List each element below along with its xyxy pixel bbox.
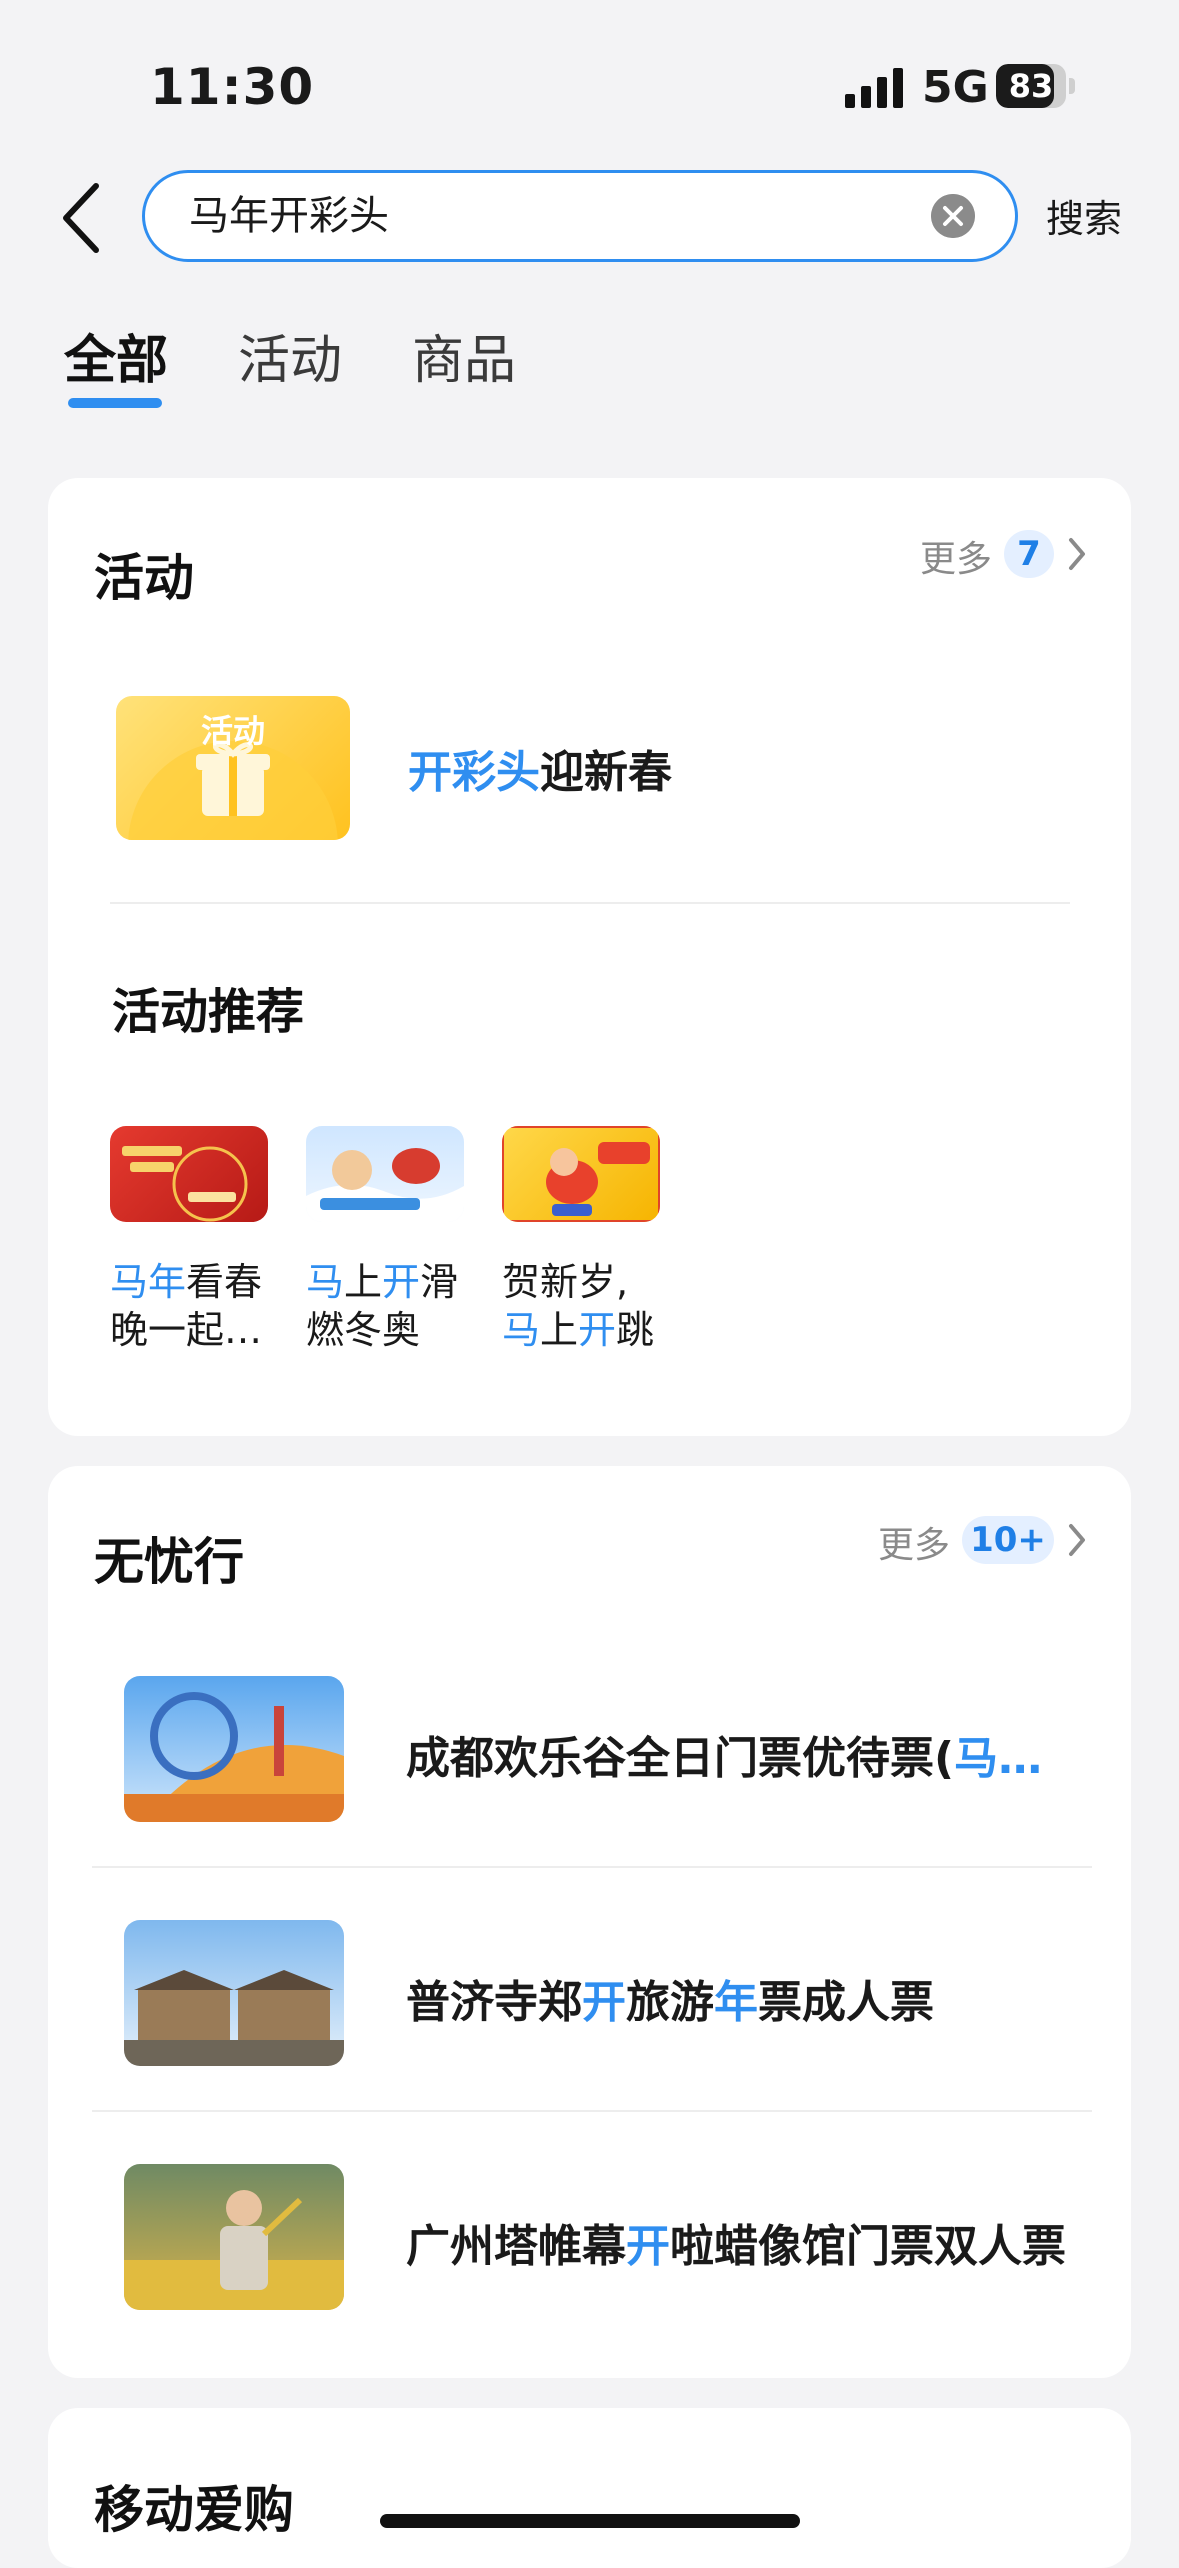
battery-icon: 83 <box>996 64 1076 108</box>
search-button[interactable]: 搜索 <box>1046 188 1122 243</box>
more-link[interactable]: 更多 <box>878 1516 950 1568</box>
recommend-thumb-2[interactable] <box>306 1126 464 1222</box>
network-type: 5G <box>922 62 989 113</box>
tab-indicator <box>68 398 162 408</box>
home-indicator[interactable] <box>380 2514 800 2528</box>
search-query[interactable]: 马年开彩头 <box>189 173 389 259</box>
tab-activity[interactable]: 活动 <box>238 318 342 393</box>
section-title-activity: 活动 <box>94 549 194 607</box>
item-title-1[interactable]: 成都欢乐谷全日门票优待票(马… <box>406 1722 1096 1786</box>
recommend-caption-2[interactable]: 马上开滑 燃冬奥 <box>306 1258 476 1354</box>
activity-thumbnail[interactable]: 活动 <box>116 696 350 840</box>
activity-card: 活动 更多 7 活动 开彩头迎新春 活动推荐 马年看春 晚一起… 马上开滑 燃冬… <box>48 478 1131 1436</box>
status-time: 11:30 <box>150 58 315 116</box>
amusement-park-image <box>124 1692 344 1822</box>
search-input[interactable]: 马年开彩头 <box>142 170 1018 262</box>
count-badge: 7 <box>1004 530 1054 578</box>
chevron-right-icon[interactable] <box>1066 536 1088 572</box>
spring-gala-image <box>122 1146 248 1222</box>
section-title-shopping: 移动爱购 <box>94 2481 294 2539</box>
divider <box>92 1866 1092 1868</box>
new-year-jump-image <box>502 1126 660 1222</box>
item-title-2[interactable]: 普济寺郑开旅游年票成人票 <box>406 1966 1096 2030</box>
recommend-thumb-3[interactable] <box>502 1126 660 1222</box>
more-link[interactable]: 更多 <box>920 530 992 582</box>
travel-card: 无忧行 更多 10+ 成都欢乐谷全日门票优待票(马… 普济寺郑开旅游年票成人票 <box>48 1466 1131 2378</box>
tab-all[interactable]: 全部 <box>64 318 168 393</box>
count-badge: 10+ <box>962 1516 1054 1564</box>
chevron-right-icon[interactable] <box>1066 1522 1088 1558</box>
signal-icon <box>845 68 903 108</box>
item-title-3[interactable]: 广州塔帷幕开啦蜡像馆门票双人票 <box>406 2210 1106 2274</box>
recommend-caption-1[interactable]: 马年看春 晚一起… <box>110 1258 280 1354</box>
tab-products[interactable]: 商品 <box>412 318 516 393</box>
section-title-travel: 无忧行 <box>94 1533 244 1591</box>
divider <box>92 2110 1092 2112</box>
temple-image <box>124 1970 344 2066</box>
wax-figure-image <box>124 2190 344 2310</box>
recommend-thumb-1[interactable] <box>110 1126 268 1222</box>
recommend-caption-3[interactable]: 贺新岁, 马上开跳 <box>502 1258 672 1354</box>
clear-icon[interactable] <box>931 194 975 238</box>
battery-percent: 83 <box>1008 67 1054 105</box>
item-thumb-2[interactable] <box>124 1920 344 2066</box>
winter-sports-image <box>306 1148 464 1222</box>
featured-activity-title[interactable]: 开彩头迎新春 <box>408 736 672 800</box>
back-icon[interactable] <box>58 178 108 258</box>
thumbnail-label: 活动 <box>200 712 265 750</box>
recommend-title: 活动推荐 <box>112 984 305 1040</box>
divider <box>110 902 1070 904</box>
item-thumb-1[interactable] <box>124 1676 344 1822</box>
shopping-card: 移动爱购 <box>48 2408 1131 2568</box>
item-thumb-3[interactable] <box>124 2164 344 2310</box>
